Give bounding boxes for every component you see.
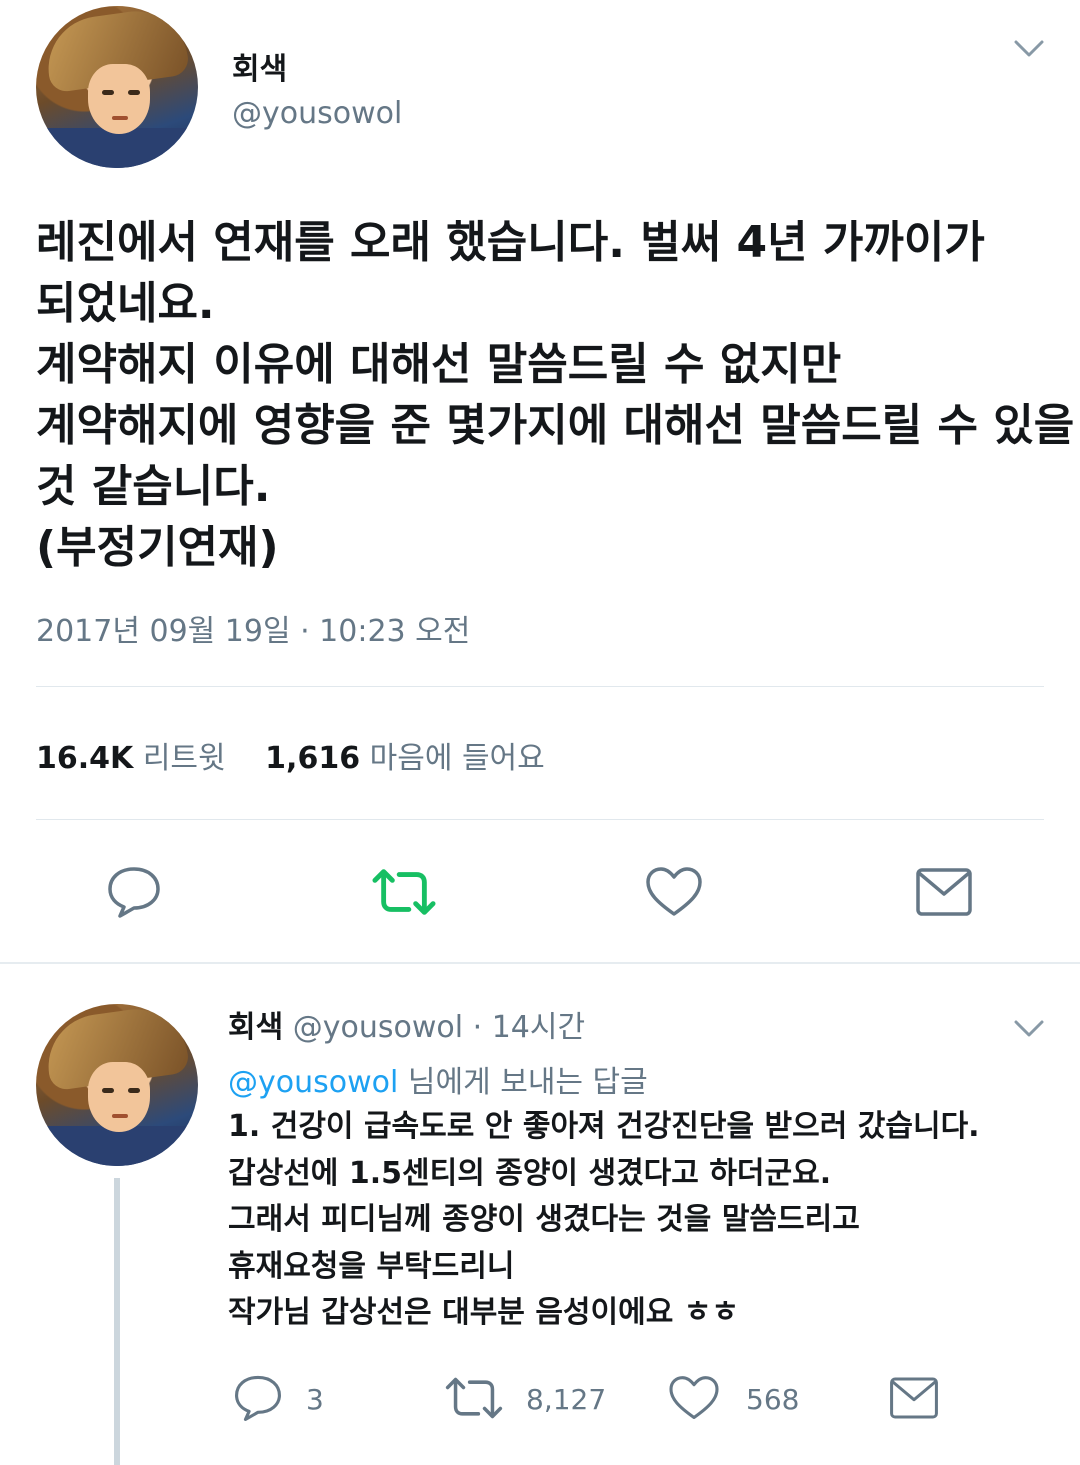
- reply-button[interactable]: [226, 1366, 290, 1430]
- like-button[interactable]: [662, 1366, 726, 1430]
- envelope-icon: [890, 1377, 938, 1419]
- share-dm-button[interactable]: [912, 860, 976, 924]
- tweet-text-line: 계약해지에 영향을 준 몇가지에 대해선 말씀드릴 수 있을: [36, 400, 1075, 451]
- divider: [36, 819, 1044, 820]
- reply-header: 회색 @yousowol · 14시간: [228, 1002, 585, 1046]
- replying-label: 님에게 보내는 답글: [398, 1065, 648, 1100]
- reply-icon: [235, 1375, 281, 1421]
- divider: [36, 686, 1044, 687]
- chevron-down-icon[interactable]: [1014, 40, 1044, 58]
- retweets-label[interactable]: 리트윗: [143, 741, 226, 776]
- tweet-text: 레진에서 연재를 오래 했습니다. 벌써 4년 가까이가 되었네요. 계약해지 …: [36, 212, 1075, 578]
- like-count: 568: [746, 1383, 800, 1416]
- user-handle[interactable]: @yousowol: [232, 96, 402, 131]
- tweet-text-line: 되었네요.: [36, 278, 215, 329]
- retweet-icon: [372, 869, 436, 915]
- display-name[interactable]: 회색: [228, 1010, 283, 1045]
- main-tweet: 회색 @yousowol 레진에서 연재를 오래 했습니다. 벌써 4년 가까이…: [0, 0, 1080, 962]
- reply-time: · 14시간: [472, 1010, 586, 1045]
- retweets-count[interactable]: 16.4K: [36, 741, 133, 776]
- retweet-button[interactable]: [442, 1366, 506, 1430]
- likes-label[interactable]: 마음에 들어요: [370, 741, 545, 776]
- tweet-text-line: 것 같습니다.: [36, 461, 271, 512]
- replying-to: @yousowol 님에게 보내는 답글: [228, 1057, 648, 1101]
- reply-text-line: 1. 건강이 급속도로 안 좋아져 건강진단을 받으러 갔습니다.: [228, 1109, 980, 1144]
- heart-icon: [669, 1376, 719, 1420]
- display-name[interactable]: 회색: [232, 44, 287, 88]
- reply-count: 3: [306, 1383, 324, 1416]
- reply-text-line: 그래서 피디님께 종양이 생겼다는 것을 말씀드리고: [228, 1202, 860, 1237]
- reply-text-line: 휴재요청을 부탁드리니: [228, 1248, 515, 1284]
- tweet-timestamp: 2017년 09월 19일 · 10:23 오전: [36, 614, 471, 649]
- share-dm-button[interactable]: [882, 1366, 946, 1430]
- avatar[interactable]: [36, 1004, 198, 1166]
- tweet-text-line: 레진에서 연재를 오래 했습니다. 벌써 4년 가까이가: [36, 217, 985, 268]
- retweet-count: 8,127: [526, 1383, 607, 1416]
- avatar[interactable]: [36, 6, 198, 168]
- reply-text-line: 작가님 갑상선은 대부분 음성이에요 ㅎㅎ: [228, 1295, 739, 1330]
- retweet-button[interactable]: [372, 860, 436, 924]
- user-handle[interactable]: @yousowol: [293, 1010, 463, 1045]
- reply-icon: [108, 867, 160, 918]
- like-button[interactable]: [642, 860, 706, 924]
- mention-link[interactable]: @yousowol: [228, 1065, 398, 1100]
- retweet-icon: [445, 1377, 503, 1419]
- reply-text: 1. 건강이 급속도로 안 좋아져 건강진단을 받으러 갔습니다. 갑상선에 1…: [228, 1104, 980, 1337]
- thread-line: [114, 1178, 120, 1465]
- reply-button[interactable]: [102, 860, 166, 924]
- chevron-down-icon[interactable]: [1014, 1020, 1044, 1038]
- likes-count[interactable]: 1,616: [265, 741, 360, 776]
- tweet-text-line: (부정기연재): [36, 522, 279, 573]
- heart-icon: [646, 867, 702, 916]
- envelope-icon: [916, 868, 972, 916]
- reply-text-line: 갑상선에 1.5센티의 종양이 생겼다고 하더군요.: [228, 1155, 832, 1191]
- tweet-text-line: 계약해지 이유에 대해선 말씀드릴 수 없지만: [36, 339, 842, 390]
- tweet-stats: 16.4K 리트윗 1,616 마음에 들어요: [36, 733, 575, 777]
- section-separator: [0, 962, 1080, 964]
